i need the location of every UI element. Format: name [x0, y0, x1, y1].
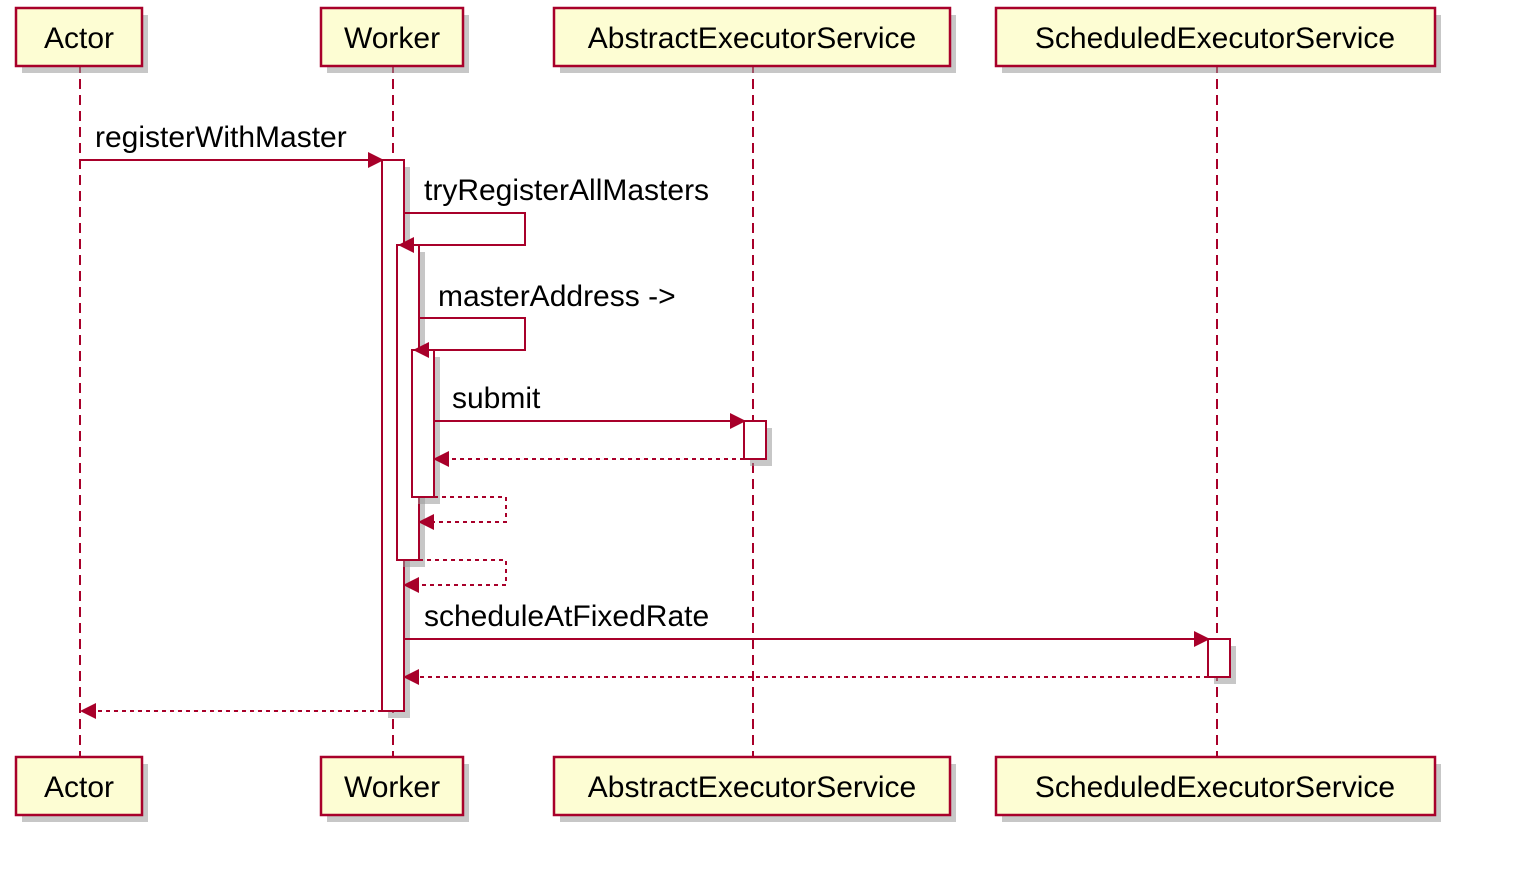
- sequence-diagram: Actor Worker AbstractExecutorService Sch…: [0, 0, 1532, 884]
- participant-actor-top: Actor: [16, 8, 148, 73]
- message-schedule-at-fixed-rate: scheduleAtFixedRate: [404, 600, 1210, 647]
- participant-abstract-executor-top: AbstractExecutorService: [554, 8, 956, 73]
- message-master-address: masterAddress ->: [413, 280, 676, 358]
- activation-abstract-executor: [744, 421, 772, 466]
- activation-scheduled-executor: [1208, 639, 1236, 684]
- participant-abstract-executor-label: AbstractExecutorService: [588, 22, 916, 55]
- svg-text:registerWithMaster: registerWithMaster: [95, 121, 347, 154]
- participant-abstract-executor-bottom: AbstractExecutorService: [554, 757, 956, 822]
- message-try-register-all-masters: tryRegisterAllMasters: [398, 174, 709, 253]
- svg-text:masterAddress ->: masterAddress ->: [438, 280, 676, 313]
- message-submit: submit: [434, 382, 746, 429]
- svg-text:Worker: Worker: [344, 771, 440, 804]
- participant-scheduled-executor-bottom: ScheduledExecutorService: [996, 757, 1441, 822]
- svg-text:Actor: Actor: [44, 771, 114, 804]
- participant-worker-label: Worker: [344, 22, 440, 55]
- svg-text:tryRegisterAllMasters: tryRegisterAllMasters: [424, 174, 709, 207]
- svg-text:scheduleAtFixedRate: scheduleAtFixedRate: [424, 600, 709, 633]
- svg-text:submit: submit: [452, 382, 541, 415]
- return-scheduled-executor: [403, 669, 1208, 685]
- message-register-with-master: registerWithMaster: [80, 121, 384, 168]
- participant-worker-top: Worker: [321, 8, 469, 73]
- svg-text:ScheduledExecutorService: ScheduledExecutorService: [1035, 771, 1395, 804]
- return-to-actor: [80, 703, 382, 719]
- svg-text:AbstractExecutorService: AbstractExecutorService: [588, 771, 916, 804]
- participant-actor-label: Actor: [44, 22, 114, 55]
- activation-worker-inner-2: [412, 350, 440, 504]
- return-abstract-executor: [433, 451, 744, 467]
- participant-actor-bottom: Actor: [16, 757, 148, 822]
- participant-scheduled-executor-top: ScheduledExecutorService: [996, 8, 1441, 73]
- participant-worker-bottom: Worker: [321, 757, 469, 822]
- participant-scheduled-executor-label: ScheduledExecutorService: [1035, 22, 1395, 55]
